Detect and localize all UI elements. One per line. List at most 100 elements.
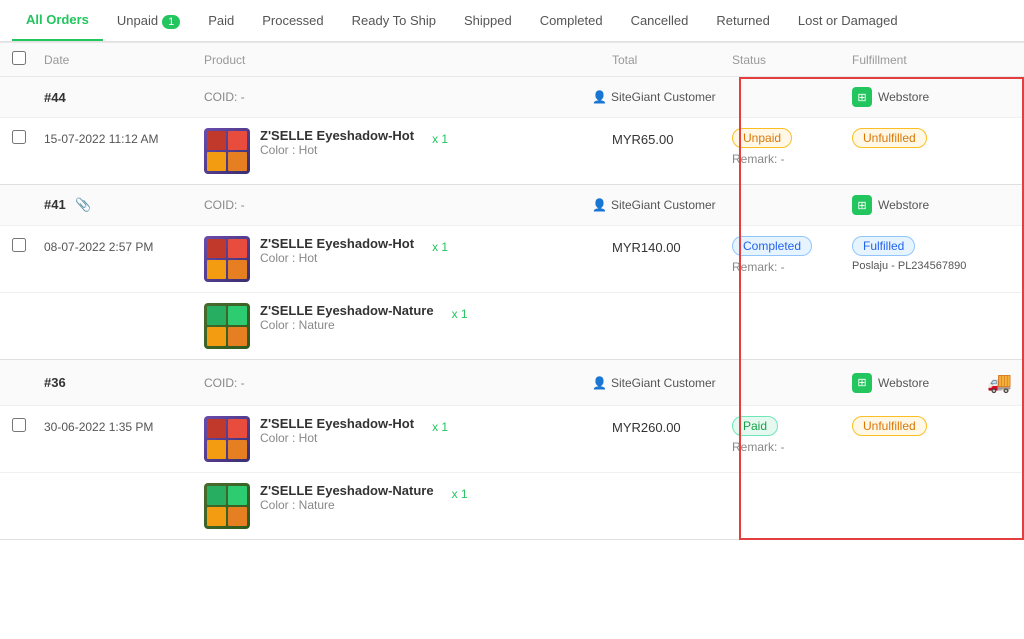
col-fulfillment-header: Fulfillment (852, 53, 907, 67)
col-status-header: Status (732, 53, 766, 67)
product-color: Color : Hot (260, 143, 414, 157)
product-color: Color : Nature (260, 318, 434, 332)
tab-unpaid[interactable]: Unpaid1 (103, 1, 194, 40)
product-color: Color : Hot (260, 431, 414, 445)
order-block-36: #36 COID: - 👤 SiteGiant Customer ⊞ Webst… (0, 360, 1024, 540)
product-info: Z'SELLE Eyeshadow-Hot Color : Hot (260, 236, 414, 265)
header-customer: 👤 SiteGiant Customer (592, 198, 732, 212)
row-check (12, 303, 44, 305)
header-customer: 👤 SiteGiant Customer (592, 90, 732, 104)
product-image (204, 483, 250, 529)
webstore-icon: ⊞ (852, 87, 872, 107)
status-badge: Unpaid (732, 128, 792, 148)
order-total (612, 303, 732, 307)
product-qty: x 1 (432, 236, 448, 254)
tab-badge-unpaid: 1 (162, 15, 180, 29)
header-webstore: ⊞ Webstore 🚚 (852, 370, 1012, 395)
clip-icon: 📎 (75, 197, 91, 212)
tab-shipped[interactable]: Shipped (450, 1, 526, 40)
product-name: Z'SELLE Eyeshadow-Hot (260, 236, 414, 251)
product-info: Z'SELLE Eyeshadow-Hot Color : Hot (260, 416, 414, 445)
tracking-info: Poslaju - PL234567890 (852, 260, 1012, 272)
row-check (12, 128, 44, 147)
product-qty: x 1 (452, 303, 468, 321)
person-icon: 👤 (592, 198, 607, 212)
order-status: Completed Remark: - (732, 236, 852, 274)
tab-completed[interactable]: Completed (526, 1, 617, 40)
product-qty: x 1 (432, 416, 448, 434)
header-order-num[interactable]: #44 (44, 90, 204, 105)
order-status: Unpaid Remark: - (732, 128, 852, 166)
product-info: Z'SELLE Eyeshadow-Nature Color : Nature (260, 303, 434, 332)
col-headers: Date Product Total Status Fulfillment (0, 42, 1024, 77)
order-fulfillment: Fulfilled Poslaju - PL234567890 (852, 236, 1012, 272)
row-check (12, 236, 44, 255)
product-qty: x 1 (452, 483, 468, 501)
product-image (204, 416, 250, 462)
order-checkbox-36[interactable] (12, 418, 26, 432)
order-header: #36 COID: - 👤 SiteGiant Customer ⊞ Webst… (0, 360, 1024, 405)
tab-returned[interactable]: Returned (702, 1, 783, 40)
order-total: MYR65.00 (612, 128, 732, 147)
person-icon: 👤 (592, 90, 607, 104)
order-date: 15-07-2022 11:12 AM (44, 128, 204, 146)
order-item-row: 15-07-2022 11:12 AM Z'SELLE Eyeshadow-Ho… (0, 117, 1024, 184)
order-block-41: #41 📎 COID: - 👤 SiteGiant Customer ⊞ Web… (0, 185, 1024, 360)
product-qty: x 1 (432, 128, 448, 146)
product-name: Z'SELLE Eyeshadow-Hot (260, 416, 414, 431)
status-badge: Paid (732, 416, 778, 436)
product-image (204, 303, 250, 349)
header-coid: COID: - (204, 198, 398, 212)
tab-lost-or-damaged[interactable]: Lost or Damaged (784, 1, 912, 40)
order-date: 08-07-2022 2:57 PM (44, 236, 204, 254)
tab-cancelled[interactable]: Cancelled (617, 1, 703, 40)
status-badge: Completed (732, 236, 812, 256)
header-customer: 👤 SiteGiant Customer (592, 376, 732, 390)
tab-processed[interactable]: Processed (248, 1, 337, 40)
header-webstore: ⊞ Webstore (852, 87, 1012, 107)
row-check (12, 416, 44, 435)
product-name: Z'SELLE Eyeshadow-Nature (260, 303, 434, 318)
tab-paid[interactable]: Paid (194, 1, 248, 40)
select-all-checkbox[interactable] (12, 51, 26, 65)
tab-ready-to-ship[interactable]: Ready To Ship (338, 1, 450, 40)
col-product-header: Product (204, 53, 245, 67)
tab-all-orders[interactable]: All Orders (12, 0, 103, 41)
fulfillment-badge: Unfulfilled (852, 128, 927, 148)
col-date-header: Date (44, 53, 69, 67)
product-image (204, 128, 250, 174)
orders-list: #44 COID: - 👤 SiteGiant Customer ⊞ Webst… (0, 77, 1024, 540)
order-item-row: 08-07-2022 2:57 PM Z'SELLE Eyeshadow-Hot… (0, 225, 1024, 292)
order-date (44, 483, 204, 487)
row-check (12, 483, 44, 485)
tabs-bar: All OrdersUnpaid1PaidProcessedReady To S… (0, 0, 1024, 42)
order-item-row: 30-06-2022 1:35 PM Z'SELLE Eyeshadow-Hot… (0, 405, 1024, 472)
product-name: Z'SELLE Eyeshadow-Nature (260, 483, 434, 498)
order-date (44, 303, 204, 307)
order-fulfillment: Unfulfilled (852, 128, 1012, 148)
order-product: Z'SELLE Eyeshadow-Hot Color : Hot x 1 (204, 416, 612, 462)
product-image (204, 236, 250, 282)
product-color: Color : Nature (260, 498, 434, 512)
header-webstore: ⊞ Webstore (852, 195, 1012, 215)
order-product: Z'SELLE Eyeshadow-Hot Color : Hot x 1 (204, 128, 612, 174)
col-total-header: Total (612, 53, 637, 67)
order-total: MYR260.00 (612, 416, 732, 435)
order-block-44: #44 COID: - 👤 SiteGiant Customer ⊞ Webst… (0, 77, 1024, 185)
order-date: 30-06-2022 1:35 PM (44, 416, 204, 434)
order-remark: Remark: - (732, 260, 852, 274)
order-status: Paid Remark: - (732, 416, 852, 454)
order-checkbox-41[interactable] (12, 238, 26, 252)
header-order-num[interactable]: #36 (44, 375, 204, 390)
order-total (612, 483, 732, 487)
webstore-icon: ⊞ (852, 373, 872, 393)
product-info: Z'SELLE Eyeshadow-Hot Color : Hot (260, 128, 414, 157)
truck-icon[interactable]: 🚚 (987, 370, 1012, 395)
fulfillment-badge: Fulfilled (852, 236, 915, 256)
order-header: #44 COID: - 👤 SiteGiant Customer ⊞ Webst… (0, 77, 1024, 117)
order-product: Z'SELLE Eyeshadow-Nature Color : Nature … (204, 303, 612, 349)
order-checkbox-44[interactable] (12, 130, 26, 144)
header-order-num[interactable]: #41 📎 (44, 197, 204, 213)
order-fulfillment: Unfulfilled (852, 416, 1012, 436)
order-header: #41 📎 COID: - 👤 SiteGiant Customer ⊞ Web… (0, 185, 1024, 225)
